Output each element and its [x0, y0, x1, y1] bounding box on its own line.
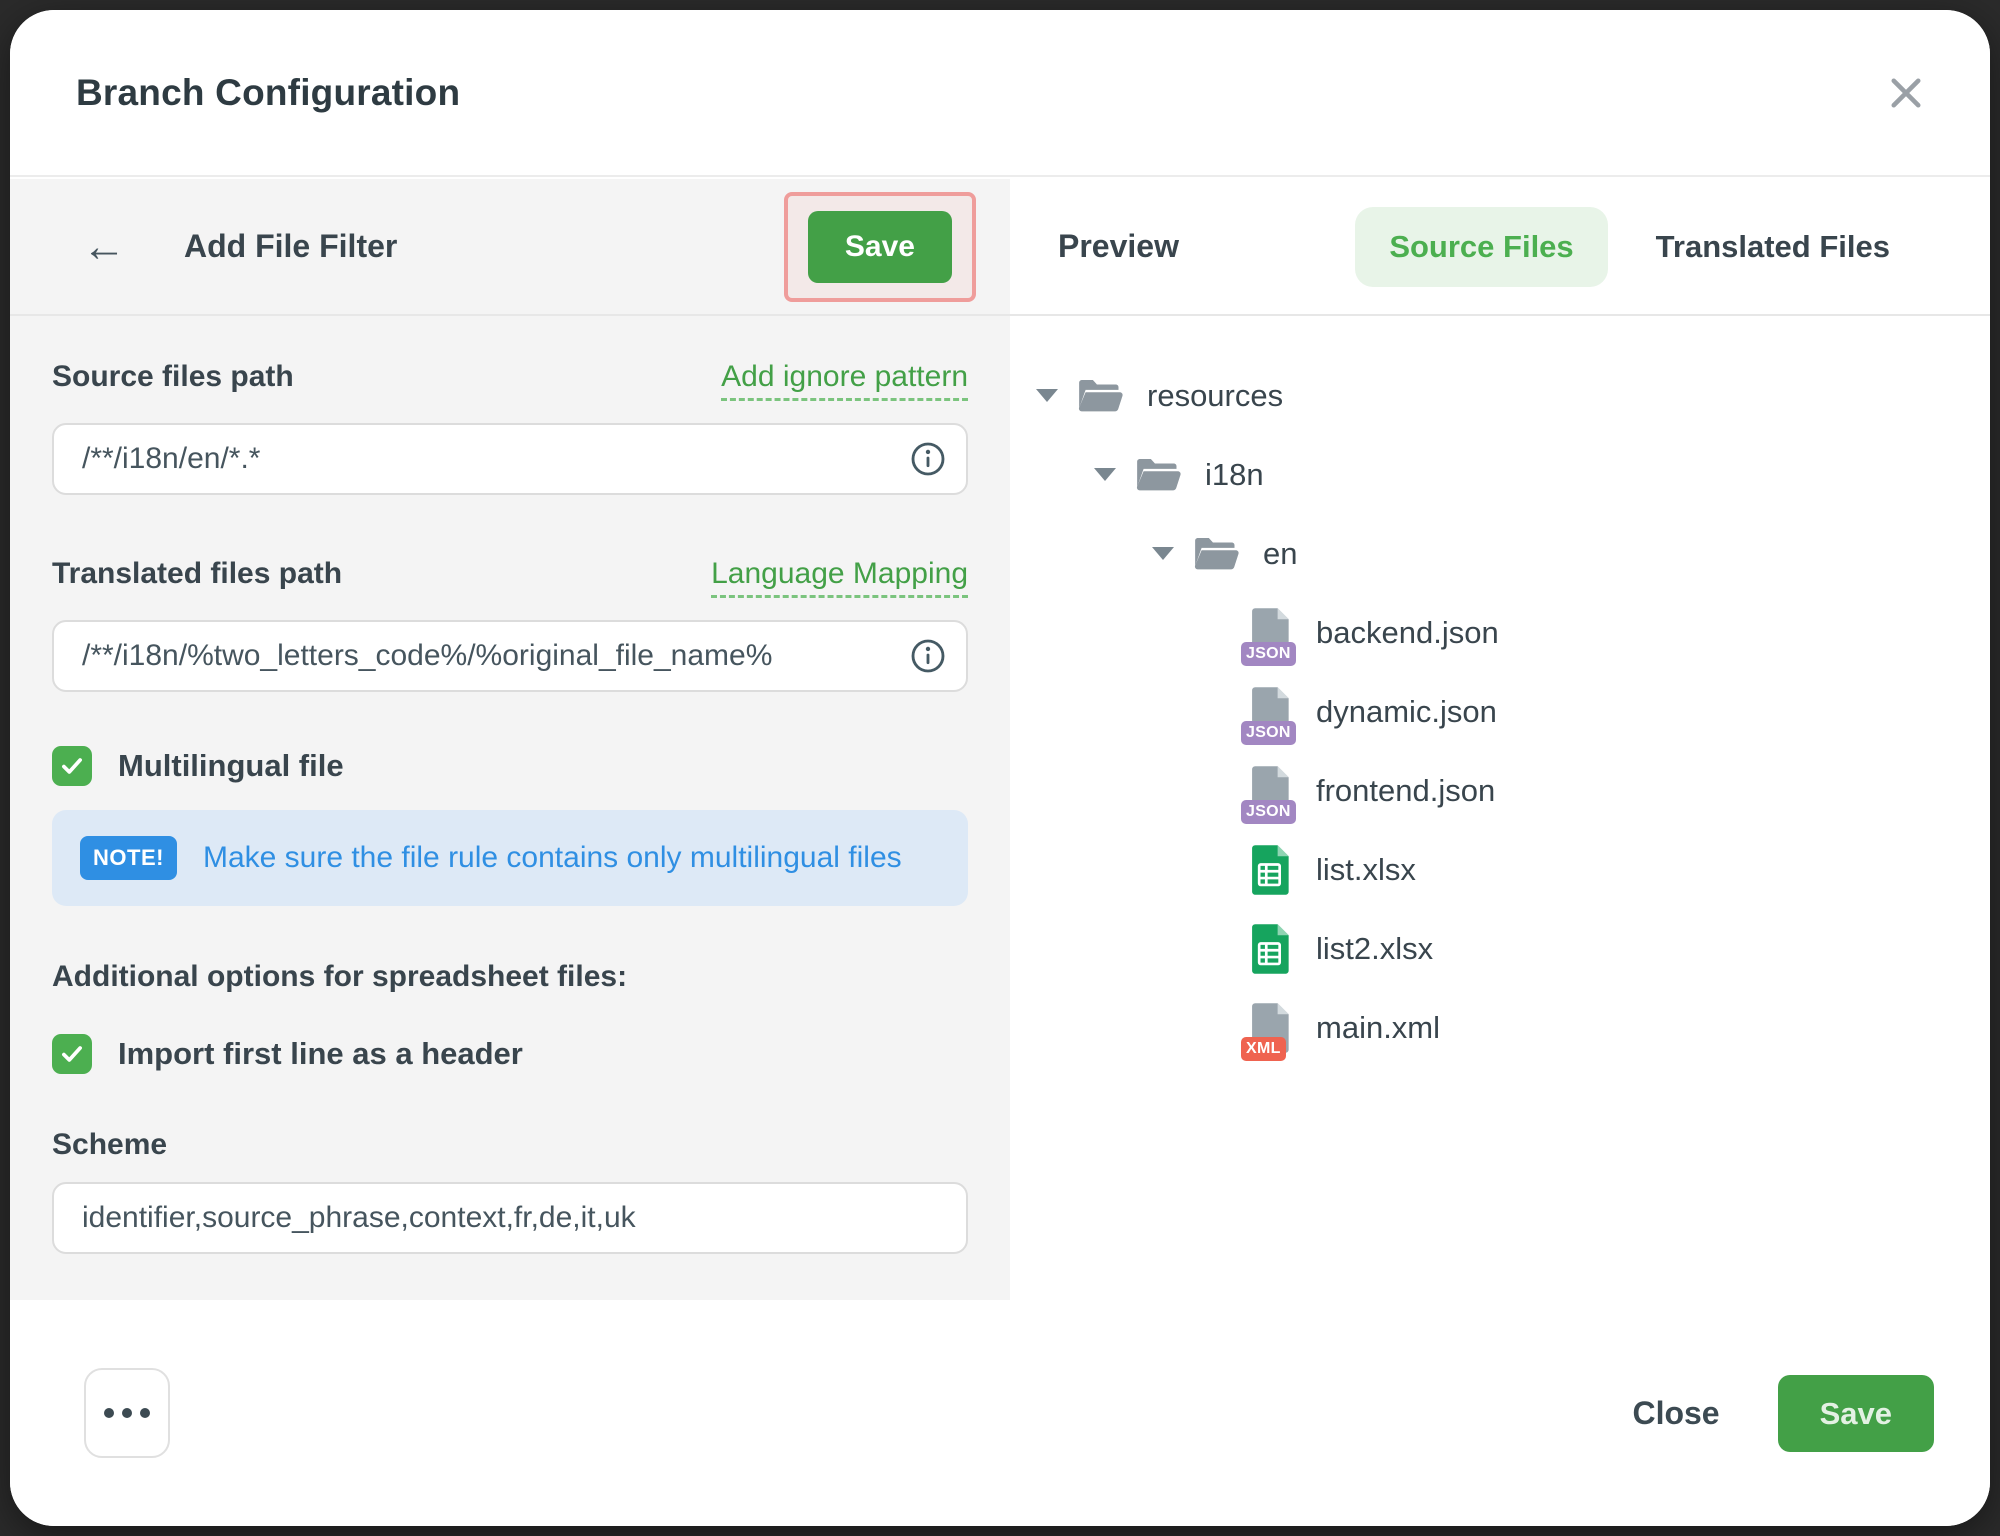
info-icon[interactable]	[910, 441, 946, 477]
preview-tabs: Source FilesTranslated Files	[1355, 207, 1924, 287]
save-button[interactable]: Save	[1778, 1375, 1934, 1452]
close-icon[interactable]	[1878, 65, 1934, 121]
more-options-icon	[140, 1408, 150, 1418]
multilingual-file-checkbox-row[interactable]: Multilingual file	[52, 746, 968, 786]
close-button[interactable]: Close	[1632, 1395, 1719, 1432]
source-files-path-label: Source files path	[52, 360, 294, 394]
tab-translated-files[interactable]: Translated Files	[1622, 207, 1924, 287]
xlsx-file-icon	[1250, 923, 1292, 975]
file-filter-panel: ← Add File Filter Save Source files path…	[10, 179, 1010, 1300]
preview-panel: Preview Source FilesTranslated Files res…	[1010, 179, 1990, 1300]
xml-file-icon: XML	[1250, 1002, 1292, 1054]
add-file-filter-title: Add File Filter	[184, 228, 397, 265]
tree-file-dynamic-json[interactable]: JSON dynamic.json	[1036, 672, 1970, 751]
tree-folder-en[interactable]: en	[1036, 514, 1970, 593]
json-badge: JSON	[1241, 721, 1296, 745]
tree-item-label: list.xlsx	[1316, 852, 1416, 888]
translated-files-path-input[interactable]	[52, 620, 968, 692]
json-file-icon: JSON	[1250, 607, 1292, 659]
save-filter-button[interactable]: Save	[808, 211, 952, 283]
xml-badge: XML	[1241, 1037, 1286, 1061]
folder-open-icon	[1192, 534, 1239, 574]
json-file-icon: JSON	[1250, 686, 1292, 738]
file-filter-subheader: ← Add File Filter Save	[10, 179, 1010, 316]
tree-item-label: frontend.json	[1316, 773, 1495, 809]
multilingual-file-label: Multilingual file	[118, 748, 344, 784]
json-file-icon: JSON	[1250, 765, 1292, 817]
modal-title: Branch Configuration	[76, 72, 460, 114]
tree-folder-i18n[interactable]: i18n	[1036, 435, 1970, 514]
tree-file-list-xlsx[interactable]: list.xlsx	[1036, 830, 1970, 909]
preview-title: Preview	[1058, 228, 1179, 265]
tree-file-list2-xlsx[interactable]: list2.xlsx	[1036, 909, 1970, 988]
more-options-icon	[104, 1408, 114, 1418]
tree-item-label: list2.xlsx	[1316, 931, 1433, 967]
multilingual-note: NOTE! Make sure the file rule contains o…	[52, 810, 968, 906]
folder-open-icon	[1076, 376, 1123, 416]
json-badge: JSON	[1241, 642, 1296, 666]
file-filter-form: Source files path Add ignore pattern Tra…	[10, 316, 1010, 1300]
more-options-icon	[122, 1408, 132, 1418]
note-text: Make sure the file rule contains only mu…	[203, 841, 902, 875]
add-ignore-pattern-link[interactable]: Add ignore pattern	[721, 360, 968, 401]
tree-item-label: resources	[1147, 378, 1283, 414]
modal-header: Branch Configuration	[10, 10, 1990, 177]
modal-footer: Close Save	[10, 1300, 1990, 1526]
spreadsheet-options-heading: Additional options for spreadsheet files…	[52, 960, 968, 994]
tree-item-label: main.xml	[1316, 1010, 1440, 1046]
back-arrow-icon[interactable]: ←	[82, 225, 126, 269]
import-first-line-label: Import first line as a header	[118, 1036, 523, 1072]
save-highlight-annotation: Save	[784, 192, 976, 302]
import-first-line-checkbox-row[interactable]: Import first line as a header	[52, 1034, 968, 1074]
checkbox-checked-icon[interactable]	[52, 746, 92, 786]
source-files-path-input[interactable]	[52, 423, 968, 495]
tree-item-label: i18n	[1205, 457, 1264, 493]
caret-down-icon[interactable]	[1036, 389, 1058, 402]
caret-down-icon[interactable]	[1094, 468, 1116, 481]
tree-item-label: backend.json	[1316, 615, 1499, 651]
caret-down-icon[interactable]	[1152, 547, 1174, 560]
info-icon[interactable]	[910, 638, 946, 674]
scheme-label: Scheme	[52, 1128, 167, 1162]
tree-file-backend-json[interactable]: JSON backend.json	[1036, 593, 1970, 672]
tree-file-main-xml[interactable]: XML main.xml	[1036, 988, 1970, 1067]
tree-folder-resources[interactable]: resources	[1036, 356, 1970, 435]
xlsx-file-icon	[1250, 844, 1292, 896]
note-badge: NOTE!	[80, 836, 177, 880]
file-tree: resources i18n en JSON backend.json JSON dynam…	[1010, 316, 1990, 1087]
checkbox-checked-icon[interactable]	[52, 1034, 92, 1074]
tab-source-files[interactable]: Source Files	[1355, 207, 1607, 287]
tree-item-label: dynamic.json	[1316, 694, 1497, 730]
folder-open-icon	[1134, 455, 1181, 495]
tree-item-label: en	[1263, 536, 1297, 572]
scheme-input[interactable]	[52, 1182, 968, 1254]
preview-subheader: Preview Source FilesTranslated Files	[1010, 179, 1990, 316]
json-badge: JSON	[1241, 800, 1296, 824]
more-options-button[interactable]	[84, 1368, 170, 1458]
language-mapping-link[interactable]: Language Mapping	[711, 557, 968, 598]
tree-file-frontend-json[interactable]: JSON frontend.json	[1036, 751, 1970, 830]
branch-configuration-modal: Branch Configuration ← Add File Filter S…	[10, 10, 1990, 1526]
modal-content: ← Add File Filter Save Source files path…	[10, 179, 1990, 1300]
translated-files-path-label: Translated files path	[52, 557, 342, 591]
